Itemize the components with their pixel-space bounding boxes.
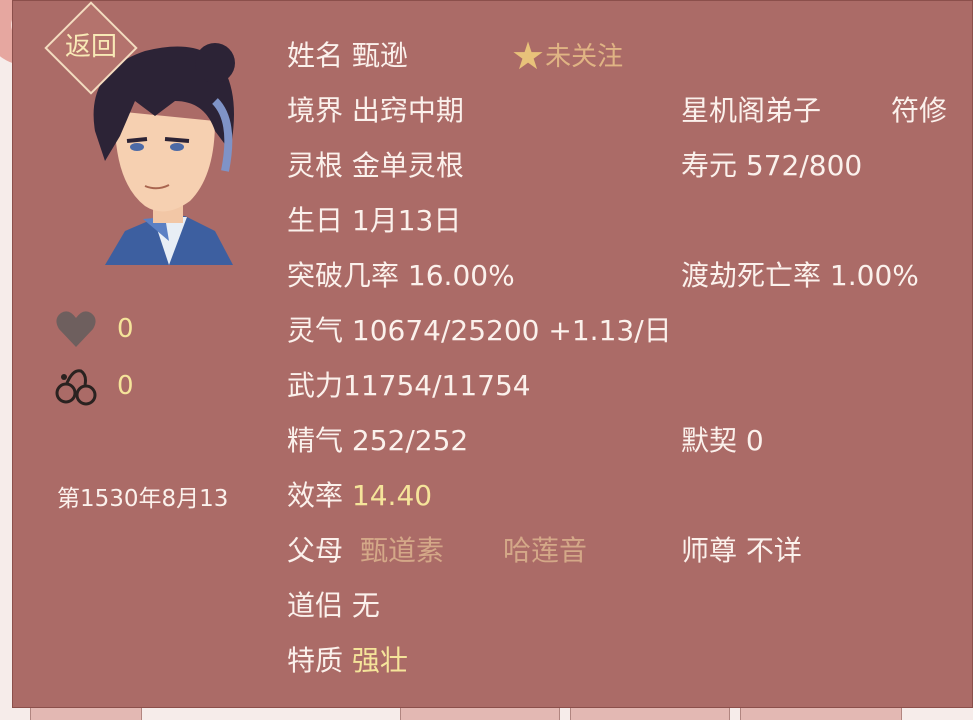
realm-field: 境界 出窍中期: [287, 94, 464, 127]
partner-field: 道侣 无: [287, 589, 380, 622]
trait-field: 特质 强壮: [287, 644, 408, 677]
star-icon: ★: [511, 34, 546, 78]
father-link[interactable]: 甄道素: [360, 534, 444, 568]
force-field: 武力11754/11754: [287, 369, 531, 402]
affection-stat: 0: [55, 309, 134, 349]
birthday-field: 生日 1月13日: [287, 204, 462, 237]
essence-field: 精气 252/252: [287, 424, 469, 457]
bond-value: 0: [117, 371, 134, 401]
lifespan-field: 寿元 572/800: [681, 149, 863, 182]
character-detail-panel: 0 0 第1530年8月13 姓名 甄逊 ★未关注 境界 出窍中期 星机阁弟子 …: [12, 0, 973, 708]
follow-toggle[interactable]: ★未关注: [511, 37, 623, 75]
spirit-root-field: 灵根 金单灵根: [287, 149, 464, 182]
tacit-field: 默契 0: [681, 424, 764, 457]
game-date: 第1530年8月13: [57, 486, 229, 512]
parents-field: 父母: [287, 534, 344, 567]
efficiency-field: 效率 14.40: [287, 479, 433, 512]
heart-icon: [56, 311, 96, 347]
qi-field: 灵气 10674/25200 +1.13/日: [287, 314, 672, 347]
master-field: 师尊 不详: [681, 534, 802, 567]
handcuffs-icon: [55, 369, 97, 406]
back-button[interactable]: 返回: [44, 1, 138, 95]
tribulation-field: 渡劫死亡率 1.00%: [681, 259, 919, 292]
sect-field: 星机阁弟子: [681, 94, 822, 127]
mother-link[interactable]: 哈莲音: [503, 534, 587, 568]
name-field: 姓名 甄逊: [287, 39, 408, 72]
breakthrough-field: 突破几率 16.00%: [287, 259, 515, 292]
trait-value[interactable]: 强壮: [352, 644, 408, 677]
bond-stat: 0: [55, 365, 134, 407]
affection-value: 0: [117, 314, 134, 344]
role-field: 符修: [891, 94, 948, 127]
